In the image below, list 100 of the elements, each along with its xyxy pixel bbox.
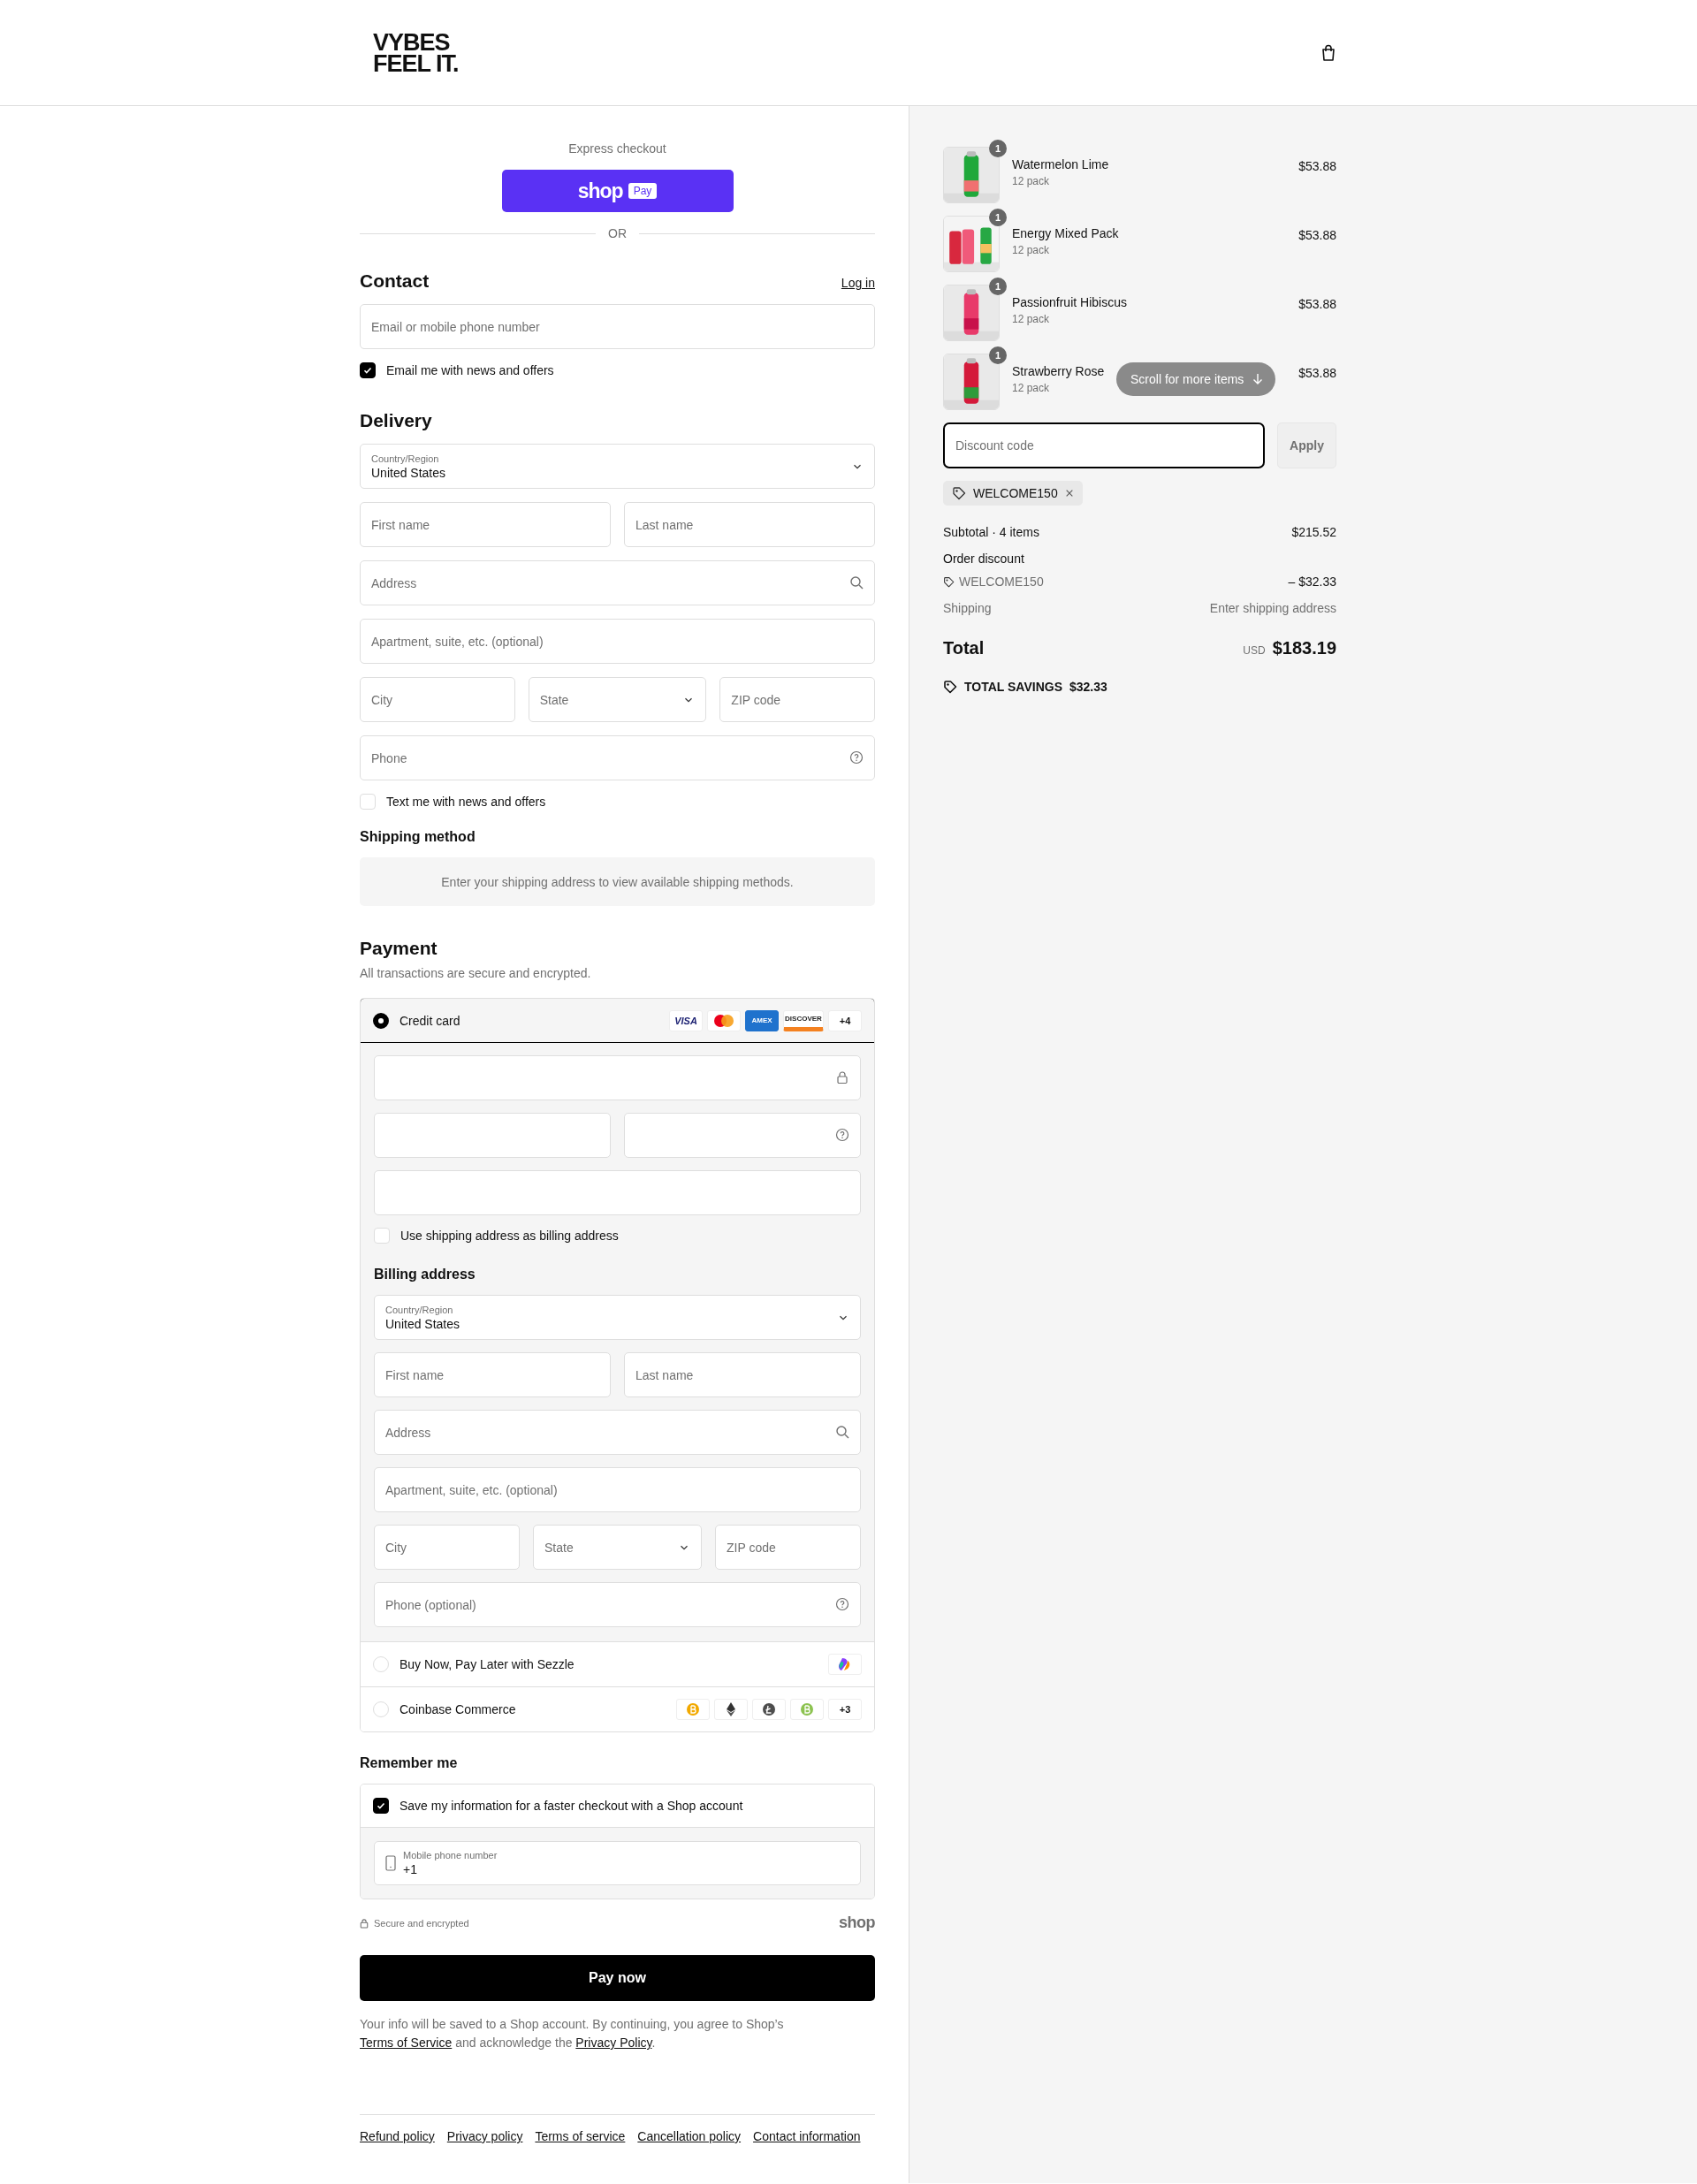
search-icon — [849, 575, 864, 590]
section-heading: Billing address — [374, 1267, 476, 1282]
input-field[interactable]: City — [360, 677, 515, 722]
product-variant: 12 pack — [1012, 175, 1051, 187]
phone-field[interactable]: Mobile phone number +1 — [374, 1841, 861, 1885]
input-field[interactable]: Last name — [624, 502, 875, 547]
arrow-down-icon — [1252, 373, 1264, 385]
section-heading: Contact — [360, 270, 430, 292]
help-icon — [835, 1597, 849, 1611]
input-field[interactable]: First name — [360, 502, 611, 547]
input-field[interactable]: Address — [360, 560, 875, 605]
search-icon — [835, 1425, 849, 1439]
payment-method-option[interactable]: Coinbase Commerce +3 — [361, 1686, 874, 1731]
input-field[interactable] — [374, 1113, 611, 1158]
section-heading: Remember me — [360, 1755, 459, 1771]
footer-link[interactable]: Contact information — [753, 2129, 861, 2143]
input-field[interactable]: City — [374, 1525, 520, 1570]
product-variant: 12 pack — [1012, 313, 1051, 325]
footer-link[interactable]: Terms of service — [535, 2129, 626, 2143]
logo[interactable]: VYBES FEEL IT. — [373, 31, 459, 74]
checkmark-icon — [376, 1800, 386, 1811]
login-link[interactable]: Log in — [841, 276, 875, 290]
mobile-phone-icon — [385, 1855, 396, 1871]
select-field[interactable]: Country/Region United States — [374, 1295, 861, 1340]
amex-logo: AMEX — [745, 1009, 779, 1031]
checkbox[interactable] — [360, 362, 376, 378]
product-name: Energy Mixed Pack — [1012, 226, 1120, 240]
policy-link[interactable]: Terms of Service — [360, 2036, 453, 2050]
input-field[interactable]: Address — [374, 1410, 861, 1455]
input-field[interactable] — [624, 1113, 861, 1158]
quantity-badge: 1 — [989, 140, 1007, 157]
shop-logo: shop — [839, 1914, 875, 1932]
savings-label: TOTAL SAVINGS — [964, 680, 1062, 694]
tag-icon — [952, 486, 966, 500]
payment-subtitle: All transactions are secure and encrypted. — [360, 966, 592, 980]
shopping-bag-icon[interactable] — [1320, 43, 1336, 62]
summary-value: $215.52 — [1291, 525, 1336, 539]
input-field[interactable]: ZIP code — [715, 1525, 861, 1570]
checkbox-label: Email me with news and offers — [386, 363, 554, 377]
select-field[interactable]: State — [528, 677, 707, 722]
input-field[interactable]: Apartment, suite, etc. (optional) — [360, 619, 875, 664]
summary-value: – $32.33 — [1288, 575, 1336, 589]
input-field[interactable]: Phone (optional) — [374, 1582, 861, 1627]
quantity-badge: 1 — [989, 346, 1007, 364]
product-price: $53.88 — [1298, 296, 1336, 311]
shipping-notice: Enter your shipping address to view available shipping methods. — [360, 857, 875, 906]
divider-label: OR — [608, 226, 627, 240]
footer-link[interactable]: Refund policy — [360, 2129, 435, 2143]
visa-logo: VISA — [669, 1009, 703, 1031]
input-field[interactable] — [374, 1055, 861, 1100]
checkbox-label: Text me with news and offers — [386, 795, 546, 809]
shop-pay-button[interactable]: shop Pay — [501, 170, 734, 212]
input-field[interactable]: First name — [374, 1352, 611, 1397]
footer-link[interactable]: Privacy policy — [446, 2129, 523, 2143]
summary-label: Order discount — [943, 552, 1024, 566]
pay-now-button[interactable]: Pay now — [360, 1955, 875, 2001]
checkbox-label: Use shipping address as billing address — [400, 1229, 619, 1243]
tag-icon — [943, 680, 957, 694]
select-field[interactable]: State — [533, 1525, 702, 1570]
express-checkout-label: Express checkout — [567, 141, 667, 156]
footer-link[interactable]: Cancellation policy — [637, 2129, 742, 2143]
product-variant: 12 pack — [1012, 244, 1051, 256]
checkbox-label: Save my information for a faster checkout with a Shop account — [400, 1799, 743, 1813]
more-count: +3 — [828, 1699, 862, 1720]
input-field[interactable]: Apartment, suite, etc. (optional) — [374, 1467, 861, 1512]
discount-tag: WELCOME150 — [943, 481, 1083, 506]
product-name: Strawberry Rose — [1012, 364, 1106, 378]
select-field[interactable]: Country/Region United States — [360, 444, 875, 489]
summary-label: Shipping — [943, 601, 992, 615]
summary-value: Enter shipping address — [1209, 601, 1336, 615]
payment-method-option[interactable]: Credit card VISA AMEX DISCOVER +4 — [361, 999, 874, 1043]
checkbox[interactable] — [373, 1798, 389, 1814]
quantity-badge: 1 — [989, 278, 1007, 295]
secure-note: Secure and encrypted — [374, 1917, 470, 1929]
product-name: Watermelon Lime — [1012, 157, 1110, 171]
input-field[interactable]: Email or mobile phone number — [360, 304, 875, 349]
product-price: $53.88 — [1298, 227, 1336, 242]
help-icon — [835, 1128, 849, 1142]
help-icon — [849, 750, 864, 765]
total-label: Total — [943, 638, 985, 658]
input-field[interactable]: Last name — [624, 1352, 861, 1397]
input-field[interactable]: Phone — [360, 735, 875, 780]
discover-logo: DISCOVER — [783, 1009, 824, 1031]
radio-button[interactable] — [373, 1012, 389, 1029]
product-variant: 12 pack — [1012, 382, 1051, 394]
close-icon[interactable] — [1064, 489, 1074, 498]
input-field[interactable] — [374, 1170, 861, 1215]
lock-icon — [360, 1917, 369, 1929]
discount-code-label: WELCOME150 — [959, 575, 1044, 589]
product-price: $53.88 — [1298, 158, 1336, 173]
more-count: +4 — [828, 1009, 862, 1031]
savings-amount: $32.33 — [1069, 680, 1107, 694]
section-heading: Delivery — [360, 410, 433, 431]
section-heading: Shipping method — [360, 829, 476, 845]
section-heading: Payment — [360, 938, 438, 959]
quantity-badge: 1 — [989, 209, 1007, 226]
input-field[interactable]: ZIP code — [719, 677, 875, 722]
checkmark-icon — [362, 365, 373, 376]
total-amount: $183.19 — [1272, 638, 1336, 658]
legal-text: Your info will be saved to a Shop account. By continuing, you agree to Shop’s Terms of Service and acknowledge the Privacy Policy. — [360, 2016, 785, 2051]
